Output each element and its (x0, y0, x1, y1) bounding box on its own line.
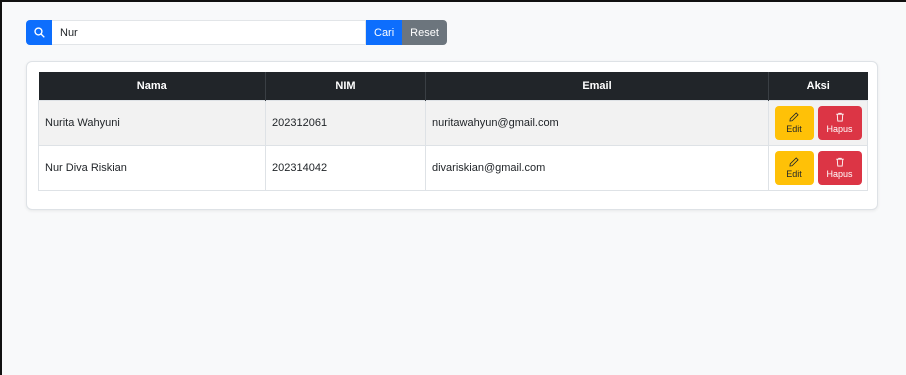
hapus-button[interactable]: Hapus (817, 151, 862, 185)
cari-button[interactable]: Cari (366, 20, 403, 45)
hapus-label: Hapus (826, 169, 853, 179)
results-card: Nama NIM Email Aksi Nurita Wahyuni 20231… (26, 61, 878, 210)
search-icon (26, 20, 52, 45)
cell-aksi: Edit Hapus (768, 145, 868, 191)
cell-nama: Nur Diva Riskian (38, 145, 266, 191)
cell-email: nuritawahyun@gmail.com (425, 100, 769, 146)
hapus-button[interactable]: Hapus (817, 106, 862, 140)
edit-label: Edit (786, 169, 802, 179)
table-header-row: Nama NIM Email Aksi (38, 72, 868, 101)
table-row: Nurita Wahyuni 202312061 nuritawahyun@gm… (38, 100, 868, 146)
column-header-nim: NIM (265, 72, 426, 101)
reset-button[interactable]: Reset (402, 20, 447, 45)
column-header-aksi: Aksi (768, 72, 868, 101)
edit-button[interactable]: Edit (774, 106, 814, 140)
student-table: Nama NIM Email Aksi Nurita Wahyuni 20231… (38, 72, 868, 191)
trash-icon (835, 112, 844, 122)
column-header-nama: Nama (38, 72, 266, 101)
trash-icon (835, 157, 844, 167)
pencil-icon (789, 112, 799, 122)
cell-aksi: Edit Hapus (768, 100, 868, 146)
pencil-icon (789, 157, 799, 167)
table-row: Nur Diva Riskian 202314042 divariskian@g… (38, 145, 868, 191)
column-header-email: Email (425, 72, 769, 101)
cell-email: divariskian@gmail.com (425, 145, 769, 191)
hapus-label: Hapus (826, 124, 853, 134)
edit-label: Edit (786, 124, 802, 134)
cell-nim: 202314042 (265, 145, 426, 191)
search-input[interactable] (52, 20, 366, 45)
search-bar: Cari Reset (26, 20, 447, 45)
edit-button[interactable]: Edit (774, 151, 814, 185)
cell-nama: Nurita Wahyuni (38, 100, 266, 146)
cell-nim: 202312061 (265, 100, 426, 146)
